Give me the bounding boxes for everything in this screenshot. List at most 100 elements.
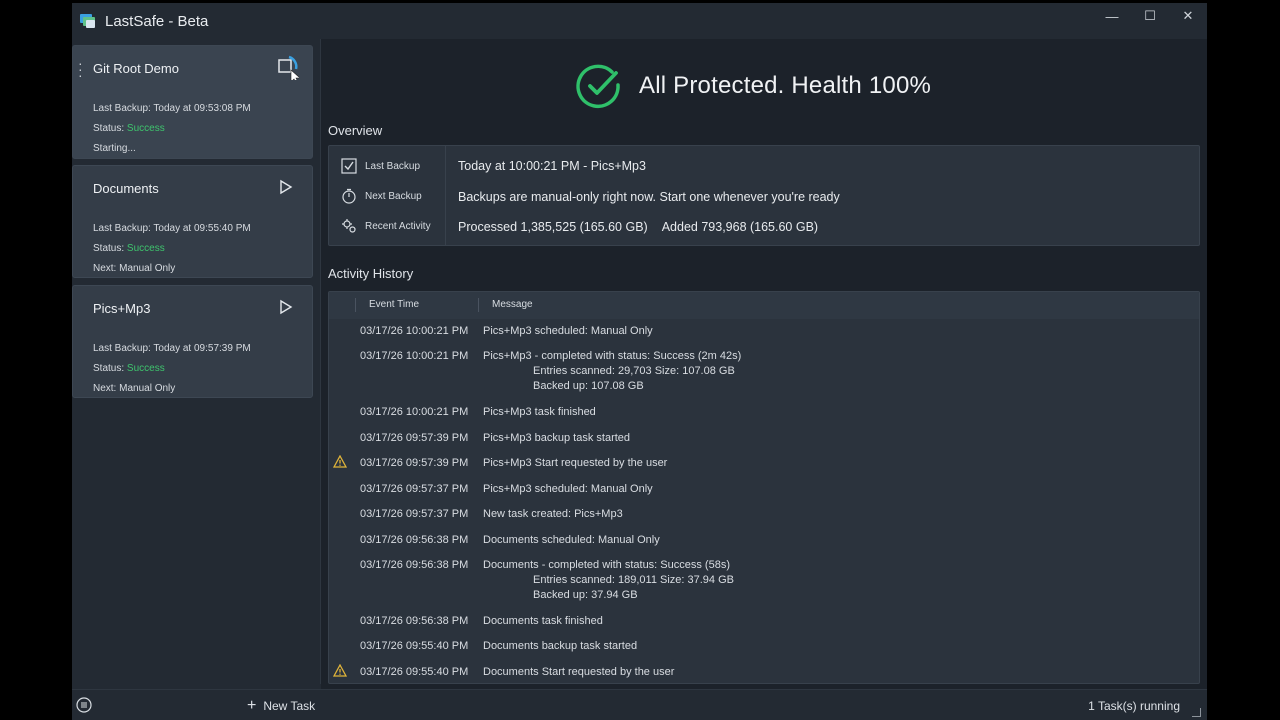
event-message: Documents Start requested by the user (483, 666, 675, 678)
status-label: Status: (93, 243, 125, 254)
plus-icon: + (247, 697, 257, 714)
last-backup-row-label: Last Backup (341, 158, 420, 174)
last-backup-value: Today at 10:00:21 PM - Pics+Mp3 (458, 159, 646, 173)
event-message: Documents scheduled: Manual Only (483, 534, 660, 546)
overview-divider (445, 146, 446, 246)
event-time: 03/17/26 09:56:38 PM (360, 559, 469, 571)
event-time: 03/17/26 10:00:21 PM (360, 350, 469, 362)
event-time: 03/17/26 10:00:21 PM (360, 325, 469, 337)
next-backup-value: Backups are manual-only right now. Start… (458, 190, 840, 204)
status-value: Success (126, 363, 165, 374)
last-backup-text: Last Backup: Today at 09:57:39 PM (93, 343, 251, 354)
task-sidebar: · · · Git Root Demo Last Backup: Today at … (72, 39, 321, 684)
task-card-documents[interactable]: Documents Last Backup: Today at 09:55:40… (72, 165, 313, 278)
main-panel: All Protected. Health 100% Overview Last… (321, 39, 1207, 689)
stopwatch-icon (342, 188, 356, 204)
event-time: 03/17/26 09:57:37 PM (360, 483, 469, 495)
recent-activity-row-label: Recent Activity (341, 218, 431, 234)
next-backup-label: Next Backup (365, 190, 422, 202)
event-time: 03/17/26 09:55:40 PM (360, 666, 469, 678)
event-message: Documents backup task started (483, 640, 638, 652)
event-time: 03/17/26 09:57:37 PM (360, 508, 469, 520)
task-name: Documents (93, 181, 159, 196)
added-count: Added 793,968 (165.60 GB) (661, 220, 819, 234)
event-message: Documents task finished (483, 615, 603, 627)
health-status-text: All Protected. Health 100% (639, 72, 932, 99)
stop-button[interactable] (278, 55, 299, 80)
menu-circle-icon (76, 697, 92, 713)
play-icon (280, 179, 293, 195)
column-header-message[interactable]: Message (492, 299, 533, 310)
event-detail: Entries scanned: 189,011 Size: 37.94 GB (533, 574, 734, 586)
warning-icon (332, 663, 348, 680)
overview-panel: Last Backup Today at 10:00:21 PM - Pics+… (328, 145, 1200, 246)
status-bar: + New Task 1 Task(s) running (72, 689, 1207, 720)
task-card-pics-mp3[interactable]: Pics+Mp3 Last Backup: Today at 09:57:39 … (72, 285, 313, 398)
drag-handle-icon[interactable]: · · · (78, 56, 83, 82)
column-divider (355, 298, 356, 312)
event-message: Pics+Mp3 - completed with status: Succes… (483, 350, 742, 362)
window-controls: — ☐ ✕ (1093, 3, 1207, 33)
last-backup-text: Last Backup: Today at 09:55:40 PM (93, 223, 251, 234)
task-name: Git Root Demo (93, 61, 179, 76)
check-circle-icon (576, 64, 620, 109)
event-message: New task created: Pics+Mp3 (483, 508, 623, 520)
activity-history-table: Event Time Message 03/17/26 10:00:21 PM … (328, 291, 1200, 684)
next-backup-row-label: Next Backup (341, 188, 422, 204)
recent-activity-value: Processed 1,385,525 (165.60 GB) Added 793… (458, 220, 818, 234)
play-button[interactable] (278, 299, 294, 315)
activity-history-heading: Activity History (328, 266, 414, 281)
next-schedule-text: Next: Manual Only (93, 263, 176, 274)
new-task-button[interactable]: + New Task (247, 697, 315, 715)
event-message: Pics+Mp3 scheduled: Manual Only (483, 483, 653, 495)
stop-icon (278, 55, 299, 80)
app-title: LastSafe - Beta (105, 12, 209, 30)
last-backup-label: Last Backup (365, 160, 421, 172)
overview-heading: Overview (328, 123, 383, 138)
health-banner: All Protected. Health 100% (576, 63, 931, 109)
next-schedule-text: Next: Manual Only (93, 383, 176, 394)
app-window: LastSafe - Beta — ☐ ✕ · · · Git Root Demo … (72, 3, 1207, 720)
status-value: Success (126, 243, 165, 254)
event-time: 03/17/26 09:57:39 PM (360, 432, 469, 444)
maximize-button[interactable]: ☐ (1131, 3, 1169, 29)
event-detail: Entries scanned: 29,703 Size: 107.08 GB (533, 365, 735, 377)
new-task-label: New Task (263, 699, 316, 713)
status-label: Status: (93, 363, 125, 374)
play-button[interactable] (278, 179, 294, 195)
event-message: Documents - completed with status: Succe… (483, 559, 730, 571)
column-divider (478, 298, 479, 312)
progress-text: Starting... (93, 143, 136, 154)
event-message: Pics+Mp3 task finished (483, 406, 596, 418)
task-card-git-root-demo[interactable]: · · · Git Root Demo Last Backup: Today at … (72, 45, 313, 159)
column-header-event-time[interactable]: Event Time (369, 299, 419, 310)
menu-button[interactable] (76, 697, 92, 713)
last-backup-text: Last Backup: Today at 09:53:08 PM (93, 103, 251, 114)
close-button[interactable]: ✕ (1169, 3, 1207, 29)
event-detail: Backed up: 107.08 GB (533, 380, 644, 392)
event-time: 03/17/26 09:56:38 PM (360, 534, 469, 546)
event-message: Pics+Mp3 Start requested by the user (483, 457, 668, 469)
processed-count: Processed 1,385,525 (165.60 GB) (458, 220, 648, 234)
status-line: Status: Success (93, 363, 165, 374)
checkbox-icon (341, 158, 357, 174)
status-value: Success (126, 123, 165, 134)
running-tasks-text: 1 Task(s) running (1088, 699, 1180, 713)
event-message: Pics+Mp3 scheduled: Manual Only (483, 325, 653, 337)
warning-icon (332, 454, 348, 471)
minimize-button[interactable]: — (1093, 3, 1131, 29)
gears-icon (342, 219, 356, 233)
event-time: 03/17/26 09:55:40 PM (360, 640, 469, 652)
status-line: Status: Success (93, 123, 165, 134)
event-time: 03/17/26 10:00:21 PM (360, 406, 469, 418)
table-header: Event Time Message (329, 292, 1199, 319)
title-bar[interactable]: LastSafe - Beta — ☐ ✕ (72, 3, 1207, 39)
status-line: Status: Success (93, 243, 165, 254)
recent-activity-label: Recent Activity (365, 220, 431, 232)
app-logo-icon (79, 12, 97, 30)
event-detail: Backed up: 37.94 GB (533, 589, 638, 601)
event-message: Pics+Mp3 backup task started (483, 432, 631, 444)
event-time: 03/17/26 09:57:39 PM (360, 457, 469, 469)
resize-grip-icon[interactable] (1192, 708, 1201, 717)
play-icon (280, 299, 293, 315)
